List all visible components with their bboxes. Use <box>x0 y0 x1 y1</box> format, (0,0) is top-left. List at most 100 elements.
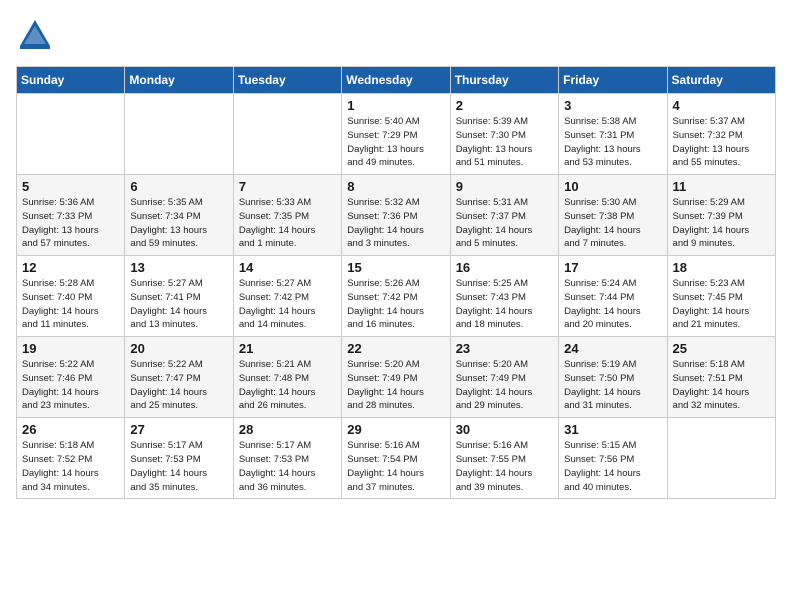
calendar-cell: 19 Sunrise: 5:22 AM Sunset: 7:46 PM Dayli… <box>17 337 125 418</box>
calendar-cell: 26 Sunrise: 5:18 AM Sunset: 7:52 PM Dayli… <box>17 418 125 499</box>
calendar-cell: 31Sunrise: 5:15 AM Sunset: 7:56 PM Dayli… <box>559 418 667 499</box>
week-row-2: 5 Sunrise: 5:36 AM Sunset: 7:33 PM Daylig… <box>17 175 776 256</box>
day-info: Sunrise: 5:27 AM Sunset: 7:41 PM Dayligh… <box>130 277 227 332</box>
day-number: 14 <box>239 260 336 275</box>
day-number: 30 <box>456 422 553 437</box>
calendar-cell: 8 Sunrise: 5:32 AM Sunset: 7:36 PM Daylig… <box>342 175 450 256</box>
calendar-cell: 14 Sunrise: 5:27 AM Sunset: 7:42 PM Dayli… <box>233 256 341 337</box>
weekday-tuesday: Tuesday <box>233 67 341 94</box>
day-info: Sunrise: 5:25 AM Sunset: 7:43 PM Dayligh… <box>456 277 553 332</box>
day-info: Sunrise: 5:16 AM Sunset: 7:55 PM Dayligh… <box>456 439 553 494</box>
day-number: 13 <box>130 260 227 275</box>
calendar-table: SundayMondayTuesdayWednesdayThursdayFrid… <box>16 66 776 499</box>
week-row-3: 12Sunrise: 5:28 AM Sunset: 7:40 PM Dayli… <box>17 256 776 337</box>
day-info: Sunrise: 5:20 AM Sunset: 7:49 PM Dayligh… <box>456 358 553 413</box>
day-number: 11 <box>673 179 770 194</box>
weekday-thursday: Thursday <box>450 67 558 94</box>
day-info: Sunrise: 5:16 AM Sunset: 7:54 PM Dayligh… <box>347 439 444 494</box>
calendar-cell: 21 Sunrise: 5:21 AM Sunset: 7:48 PM Dayli… <box>233 337 341 418</box>
calendar-cell: 3Sunrise: 5:38 AM Sunset: 7:31 PM Daylig… <box>559 94 667 175</box>
calendar-cell: 7 Sunrise: 5:33 AM Sunset: 7:35 PM Daylig… <box>233 175 341 256</box>
calendar-cell <box>125 94 233 175</box>
day-number: 6 <box>130 179 227 194</box>
day-number: 26 <box>22 422 119 437</box>
day-number: 19 <box>22 341 119 356</box>
day-number: 9 <box>456 179 553 194</box>
weekday-friday: Friday <box>559 67 667 94</box>
calendar-cell: 5 Sunrise: 5:36 AM Sunset: 7:33 PM Daylig… <box>17 175 125 256</box>
calendar-cell: 4 Sunrise: 5:37 AM Sunset: 7:32 PM Daylig… <box>667 94 775 175</box>
calendar-cell: 23 Sunrise: 5:20 AM Sunset: 7:49 PM Dayli… <box>450 337 558 418</box>
day-info: Sunrise: 5:38 AM Sunset: 7:31 PM Dayligh… <box>564 115 661 170</box>
day-info: Sunrise: 5:22 AM Sunset: 7:46 PM Dayligh… <box>22 358 119 413</box>
calendar-cell: 25Sunrise: 5:18 AM Sunset: 7:51 PM Dayli… <box>667 337 775 418</box>
day-info: Sunrise: 5:40 AM Sunset: 7:29 PM Dayligh… <box>347 115 444 170</box>
calendar-cell: 27 Sunrise: 5:17 AM Sunset: 7:53 PM Dayli… <box>125 418 233 499</box>
day-info: Sunrise: 5:22 AM Sunset: 7:47 PM Dayligh… <box>130 358 227 413</box>
calendar-cell: 10Sunrise: 5:30 AM Sunset: 7:38 PM Dayli… <box>559 175 667 256</box>
calendar-cell: 24 Sunrise: 5:19 AM Sunset: 7:50 PM Dayli… <box>559 337 667 418</box>
weekday-wednesday: Wednesday <box>342 67 450 94</box>
day-number: 24 <box>564 341 661 356</box>
day-number: 12 <box>22 260 119 275</box>
day-info: Sunrise: 5:18 AM Sunset: 7:52 PM Dayligh… <box>22 439 119 494</box>
day-number: 5 <box>22 179 119 194</box>
calendar-cell <box>17 94 125 175</box>
day-number: 29 <box>347 422 444 437</box>
calendar-cell: 28 Sunrise: 5:17 AM Sunset: 7:53 PM Dayli… <box>233 418 341 499</box>
day-number: 4 <box>673 98 770 113</box>
weekday-header-row: SundayMondayTuesdayWednesdayThursdayFrid… <box>17 67 776 94</box>
day-info: Sunrise: 5:30 AM Sunset: 7:38 PM Dayligh… <box>564 196 661 251</box>
calendar-cell: 30 Sunrise: 5:16 AM Sunset: 7:55 PM Dayli… <box>450 418 558 499</box>
day-number: 15 <box>347 260 444 275</box>
day-number: 22 <box>347 341 444 356</box>
day-info: Sunrise: 5:27 AM Sunset: 7:42 PM Dayligh… <box>239 277 336 332</box>
logo-icon <box>16 16 54 54</box>
day-number: 21 <box>239 341 336 356</box>
day-number: 20 <box>130 341 227 356</box>
calendar-cell: 9 Sunrise: 5:31 AM Sunset: 7:37 PM Daylig… <box>450 175 558 256</box>
calendar-cell: 1 Sunrise: 5:40 AM Sunset: 7:29 PM Daylig… <box>342 94 450 175</box>
week-row-4: 19 Sunrise: 5:22 AM Sunset: 7:46 PM Dayli… <box>17 337 776 418</box>
day-info: Sunrise: 5:17 AM Sunset: 7:53 PM Dayligh… <box>239 439 336 494</box>
day-number: 8 <box>347 179 444 194</box>
day-number: 28 <box>239 422 336 437</box>
day-number: 27 <box>130 422 227 437</box>
calendar-cell <box>667 418 775 499</box>
day-number: 7 <box>239 179 336 194</box>
weekday-saturday: Saturday <box>667 67 775 94</box>
day-info: Sunrise: 5:24 AM Sunset: 7:44 PM Dayligh… <box>564 277 661 332</box>
calendar-cell: 29 Sunrise: 5:16 AM Sunset: 7:54 PM Dayli… <box>342 418 450 499</box>
calendar-cell: 20 Sunrise: 5:22 AM Sunset: 7:47 PM Dayli… <box>125 337 233 418</box>
weekday-monday: Monday <box>125 67 233 94</box>
day-info: Sunrise: 5:17 AM Sunset: 7:53 PM Dayligh… <box>130 439 227 494</box>
day-number: 2 <box>456 98 553 113</box>
calendar-cell: 11Sunrise: 5:29 AM Sunset: 7:39 PM Dayli… <box>667 175 775 256</box>
day-info: Sunrise: 5:39 AM Sunset: 7:30 PM Dayligh… <box>456 115 553 170</box>
day-info: Sunrise: 5:26 AM Sunset: 7:42 PM Dayligh… <box>347 277 444 332</box>
day-number: 25 <box>673 341 770 356</box>
day-info: Sunrise: 5:33 AM Sunset: 7:35 PM Dayligh… <box>239 196 336 251</box>
day-number: 1 <box>347 98 444 113</box>
day-info: Sunrise: 5:23 AM Sunset: 7:45 PM Dayligh… <box>673 277 770 332</box>
day-info: Sunrise: 5:36 AM Sunset: 7:33 PM Dayligh… <box>22 196 119 251</box>
calendar-cell: 12Sunrise: 5:28 AM Sunset: 7:40 PM Dayli… <box>17 256 125 337</box>
page-header <box>16 16 776 54</box>
day-info: Sunrise: 5:37 AM Sunset: 7:32 PM Dayligh… <box>673 115 770 170</box>
calendar-cell: 6Sunrise: 5:35 AM Sunset: 7:34 PM Daylig… <box>125 175 233 256</box>
day-info: Sunrise: 5:32 AM Sunset: 7:36 PM Dayligh… <box>347 196 444 251</box>
calendar-cell: 22Sunrise: 5:20 AM Sunset: 7:49 PM Dayli… <box>342 337 450 418</box>
day-info: Sunrise: 5:19 AM Sunset: 7:50 PM Dayligh… <box>564 358 661 413</box>
calendar-body: 1 Sunrise: 5:40 AM Sunset: 7:29 PM Daylig… <box>17 94 776 499</box>
logo <box>16 16 56 54</box>
day-info: Sunrise: 5:21 AM Sunset: 7:48 PM Dayligh… <box>239 358 336 413</box>
week-row-5: 26 Sunrise: 5:18 AM Sunset: 7:52 PM Dayli… <box>17 418 776 499</box>
calendar-cell: 17Sunrise: 5:24 AM Sunset: 7:44 PM Dayli… <box>559 256 667 337</box>
calendar-cell <box>233 94 341 175</box>
week-row-1: 1 Sunrise: 5:40 AM Sunset: 7:29 PM Daylig… <box>17 94 776 175</box>
calendar-cell: 18Sunrise: 5:23 AM Sunset: 7:45 PM Dayli… <box>667 256 775 337</box>
weekday-sunday: Sunday <box>17 67 125 94</box>
day-number: 23 <box>456 341 553 356</box>
day-info: Sunrise: 5:31 AM Sunset: 7:37 PM Dayligh… <box>456 196 553 251</box>
calendar-cell: 13 Sunrise: 5:27 AM Sunset: 7:41 PM Dayli… <box>125 256 233 337</box>
